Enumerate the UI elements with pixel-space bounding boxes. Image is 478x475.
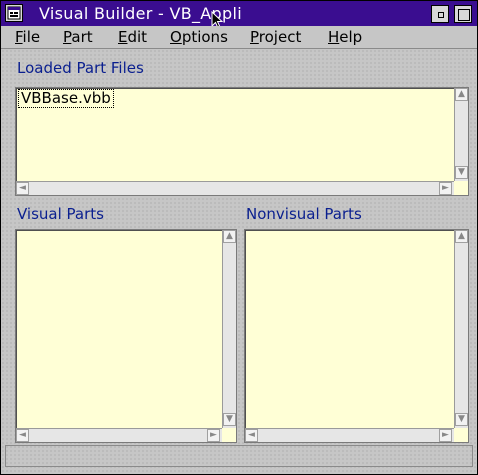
menu-part[interactable]: Part [63,28,93,46]
menu-options[interactable]: Options [170,28,228,46]
vertical-scrollbar[interactable]: ▲ ▼ [454,88,468,181]
title-bar[interactable]: Visual Builder - VB_Appli [1,1,477,29]
horizontal-scrollbar[interactable]: ◄ ► [16,181,454,195]
scroll-down-icon[interactable]: ▼ [223,413,236,426]
scroll-left-icon[interactable]: ◄ [16,182,29,195]
nonvisual-parts-list[interactable]: ▲ ▼ ◄ ► [244,229,469,443]
maximize-button[interactable] [454,5,472,23]
vertical-scrollbar[interactable]: ▲ ▼ [222,230,236,428]
scroll-left-icon[interactable]: ◄ [16,429,29,442]
scroll-up-icon[interactable]: ▲ [455,88,468,101]
status-bar [5,445,473,467]
loaded-part-files-list[interactable]: VBBase.vbb ▲ ▼ ◄ ► [15,87,469,196]
menu-project[interactable]: Project [250,28,301,46]
loaded-part-files-label: Loaded Part Files [17,59,144,77]
visual-parts-label: Visual Parts [17,205,104,223]
menu-edit[interactable]: Edit [118,28,147,46]
scroll-down-icon[interactable]: ▼ [455,166,468,179]
list-item[interactable]: VBBase.vbb [18,89,114,108]
visual-parts-list[interactable]: ▲ ▼ ◄ ► [15,229,237,443]
horizontal-scrollbar[interactable]: ◄ ► [16,428,222,442]
scroll-right-icon[interactable]: ► [207,429,220,442]
scroll-up-icon[interactable]: ▲ [223,230,236,243]
scroll-right-icon[interactable]: ► [439,182,452,195]
scroll-up-icon[interactable]: ▲ [455,230,468,243]
system-menu-icon[interactable] [5,4,23,22]
menu-file[interactable]: File [15,28,40,46]
menu-help[interactable]: Help [328,28,362,46]
vertical-scrollbar[interactable]: ▲ ▼ [454,230,468,428]
visual-builder-window: Visual Builder - VB_Appli File Part Edit… [0,0,478,475]
scroll-right-icon[interactable]: ► [439,429,452,442]
scroll-left-icon[interactable]: ◄ [245,429,258,442]
horizontal-scrollbar[interactable]: ◄ ► [245,428,454,442]
menu-bar: File Part Edit Options Project Help [1,26,477,49]
minimize-button[interactable] [431,5,449,23]
nonvisual-parts-label: Nonvisual Parts [246,205,362,223]
scroll-down-icon[interactable]: ▼ [455,413,468,426]
